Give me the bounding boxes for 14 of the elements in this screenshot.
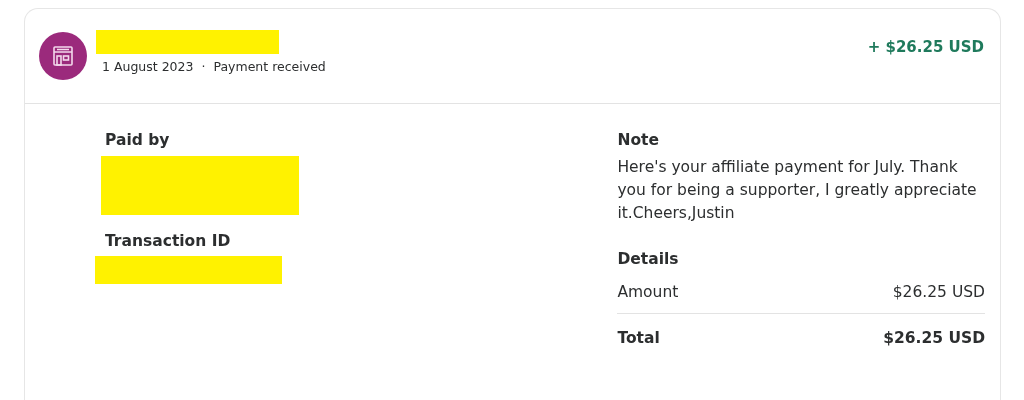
section-label: Transaction ID xyxy=(105,231,232,253)
note-text: Here's your affiliate payment for July. Thank you for being a supporter, I greatly appreciate it.Cheers,Justin xyxy=(617,157,978,225)
amount-label: Amount xyxy=(617,281,679,303)
amount-text: + $26.25 USD xyxy=(867,37,984,58)
total-label: Total xyxy=(617,327,660,349)
section-label: Note xyxy=(617,130,660,151)
section-label: Details xyxy=(617,249,680,271)
separator-dot: · xyxy=(201,58,206,76)
date-text: 1 August 2023 xyxy=(102,58,194,76)
status-text: Payment received xyxy=(213,58,326,76)
section-label: Paid by xyxy=(105,130,171,151)
total-value: $26.25 USD xyxy=(883,327,985,349)
store-icon xyxy=(39,32,87,80)
amount-value: $26.25 USD xyxy=(892,281,985,303)
